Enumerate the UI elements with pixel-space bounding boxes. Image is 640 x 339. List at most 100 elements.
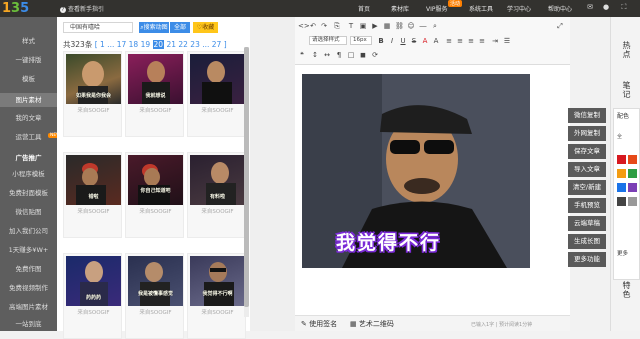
pager-current-page[interactable]: 20 [152, 40, 165, 49]
letter-spacing-icon[interactable]: ↔ [323, 51, 331, 59]
sidebar-item-wechat-sticker[interactable]: 微信贴图 [0, 207, 57, 217]
art-qrcode-tab[interactable]: ▦ 艺术二维码 [350, 319, 394, 329]
divider-icon[interactable]: ― [419, 22, 427, 30]
nav-home[interactable]: 首页 [358, 4, 370, 13]
align-right-icon[interactable]: ≡ [467, 37, 475, 45]
sidebar-item-free-design[interactable]: 免费作图 [0, 264, 57, 274]
quote-icon[interactable]: ❝ [298, 51, 306, 59]
notes-tab[interactable]: 笔记 [621, 81, 632, 99]
gif-card[interactable]: 我就想说 来自SOOGIF [125, 51, 184, 137]
sidebar-item-free-cover[interactable]: 免费封面模板 [0, 188, 57, 198]
gif-card[interactable]: 来自SOOGIF [187, 51, 246, 137]
nav-materials[interactable]: 素材库 [391, 4, 409, 13]
scrollbar-thumb[interactable] [244, 47, 249, 307]
gif-card[interactable]: 药药药 来自SOOGIF [63, 253, 122, 339]
nav-vip[interactable]: VIP服务 [426, 4, 448, 13]
indent-icon[interactable]: ⇥ [491, 37, 499, 45]
sidebar-item-templates[interactable]: 模板 [0, 74, 57, 84]
justify-icon[interactable]: ≡ [478, 37, 486, 45]
emoji-icon[interactable]: ☺ [407, 22, 415, 30]
undo-icon[interactable]: ↶ [309, 22, 317, 30]
sidebar-item-quiz[interactable]: 一站到底 [0, 319, 57, 329]
sidebar-item-one-click-layout[interactable]: 一键排版 [0, 55, 57, 65]
color-toggle-label[interactable]: 全 [617, 133, 622, 140]
font-color-icon[interactable]: A [421, 37, 429, 45]
background-icon[interactable]: ◼ [359, 51, 367, 59]
link-icon[interactable]: ⛓ [395, 22, 404, 30]
redo-icon[interactable]: ↷ [320, 22, 328, 30]
gif-thumbnail[interactable]: 药药药 [66, 256, 121, 306]
cloud-draft-button[interactable]: 云端草稿 [568, 216, 606, 231]
editor-gif-image[interactable]: 我觉得不行 [302, 74, 530, 268]
sidebar-item-images[interactable]: 图片素材 [0, 93, 57, 107]
clear-format-icon[interactable]: T [347, 22, 355, 30]
color-swatch[interactable] [617, 183, 626, 192]
import-article-button[interactable]: 导入文章 [568, 162, 606, 177]
underline-icon[interactable]: U [399, 37, 407, 45]
search-replace-icon[interactable]: ⌕ [431, 22, 439, 30]
sidebar-item-mini-program[interactable]: 小程序模板 [0, 169, 57, 179]
align-left-icon[interactable]: ≡ [445, 37, 453, 45]
color-swatch[interactable] [628, 183, 637, 192]
sidebar-item-join-us[interactable]: 加入我们公司 [0, 226, 57, 236]
align-center-icon[interactable]: ≡ [456, 37, 464, 45]
gif-card[interactable]: 我是被懂事感觉 来自SOOGIF [125, 253, 184, 339]
clear-new-button[interactable]: 清空/新建 [568, 180, 606, 195]
panel-scrollbar[interactable] [244, 47, 249, 317]
style-select[interactable]: 请选择样式 [309, 36, 347, 45]
wechat-copy-button[interactable]: 微信复制 [568, 108, 606, 123]
pager-pages-after[interactable]: 21 22 23 ... 27 ] [166, 40, 226, 49]
gif-thumbnail[interactable]: 有料啦 [190, 155, 245, 205]
color-swatch[interactable] [628, 197, 637, 206]
mobile-preview-button[interactable]: 手机预览 [568, 198, 606, 213]
gif-card[interactable]: 你自己知道吧 来自SOOGIF [125, 152, 184, 238]
gif-card[interactable]: 错啦 来自SOOGIF [63, 152, 122, 238]
bold-icon[interactable]: B [377, 37, 385, 45]
nav-learning[interactable]: 学习中心 [507, 4, 531, 13]
paragraph-icon[interactable]: ¶ [335, 51, 343, 59]
gif-card[interactable]: 有料啦 来自SOOGIF [187, 152, 246, 238]
all-button[interactable]: 全部 [170, 22, 190, 33]
gif-card[interactable]: 我觉得不行啊 来自SOOGIF [187, 253, 246, 339]
color-more-link[interactable]: 更多 [617, 249, 628, 257]
color-swatch[interactable] [617, 197, 626, 206]
site-logo[interactable]: 135 [2, 1, 46, 17]
html-source-icon[interactable]: <> [298, 22, 310, 30]
gif-thumbnail[interactable]: 我觉得不行啊 [190, 256, 245, 306]
sidebar-item-hd-images[interactable]: 高端图片素材 [0, 302, 57, 312]
color-swatch[interactable] [628, 169, 637, 178]
line-height-icon[interactable]: ↕ [311, 51, 319, 59]
search-input[interactable]: 中国有嘻哈 [63, 22, 133, 33]
rotate-icon[interactable]: ⟳ [371, 51, 379, 59]
sidebar-item-style[interactable]: 样式 [0, 36, 57, 46]
border-icon[interactable]: □ [347, 51, 355, 59]
message-icon[interactable]: ✉ [586, 3, 594, 11]
list-icon[interactable]: ☰ [503, 37, 511, 45]
favorites-button[interactable]: ♡收藏 [193, 22, 218, 33]
user-icon[interactable]: ● [602, 3, 610, 11]
use-signature-tab[interactable]: ✎ 使用签名 [301, 319, 337, 329]
copy-format-icon[interactable]: ⎘ [333, 22, 341, 30]
gif-thumbnail[interactable]: 错啦 [66, 155, 121, 205]
image-icon[interactable]: ▣ [359, 22, 367, 30]
expand-icon[interactable]: ⤢ [556, 22, 564, 30]
gif-thumbnail[interactable]: 我就想说 [128, 54, 183, 104]
font-size-select[interactable]: 16px [350, 36, 372, 45]
table-icon[interactable]: ▦ [383, 22, 391, 30]
search-gif-button[interactable]: ⌕搜索动图 [139, 22, 169, 33]
italic-icon[interactable]: I [388, 37, 396, 45]
color-swatch[interactable] [617, 155, 626, 164]
nav-help[interactable]: 帮助中心 [548, 4, 572, 13]
help-guide-link[interactable]: ? 查看新手指引 [60, 4, 104, 13]
sidebar-item-my-articles[interactable]: 我的文章 [0, 113, 57, 123]
highlight-icon[interactable]: A [432, 37, 440, 45]
video-icon[interactable]: ▶ [371, 22, 379, 30]
more-functions-button[interactable]: 更多功能 [568, 252, 606, 267]
generate-long-image-button[interactable]: 生成长图 [568, 234, 606, 249]
fullscreen-icon[interactable]: ⛶ [620, 3, 628, 11]
special-tab[interactable]: 特色 [621, 281, 632, 299]
sidebar-item-free-video[interactable]: 免费视频制作 [0, 283, 57, 293]
gif-thumbnail[interactable]: 你自己知道吧 [128, 155, 183, 205]
nav-tools[interactable]: 系统工具 [469, 4, 493, 13]
strikethrough-icon[interactable]: S [410, 37, 418, 45]
